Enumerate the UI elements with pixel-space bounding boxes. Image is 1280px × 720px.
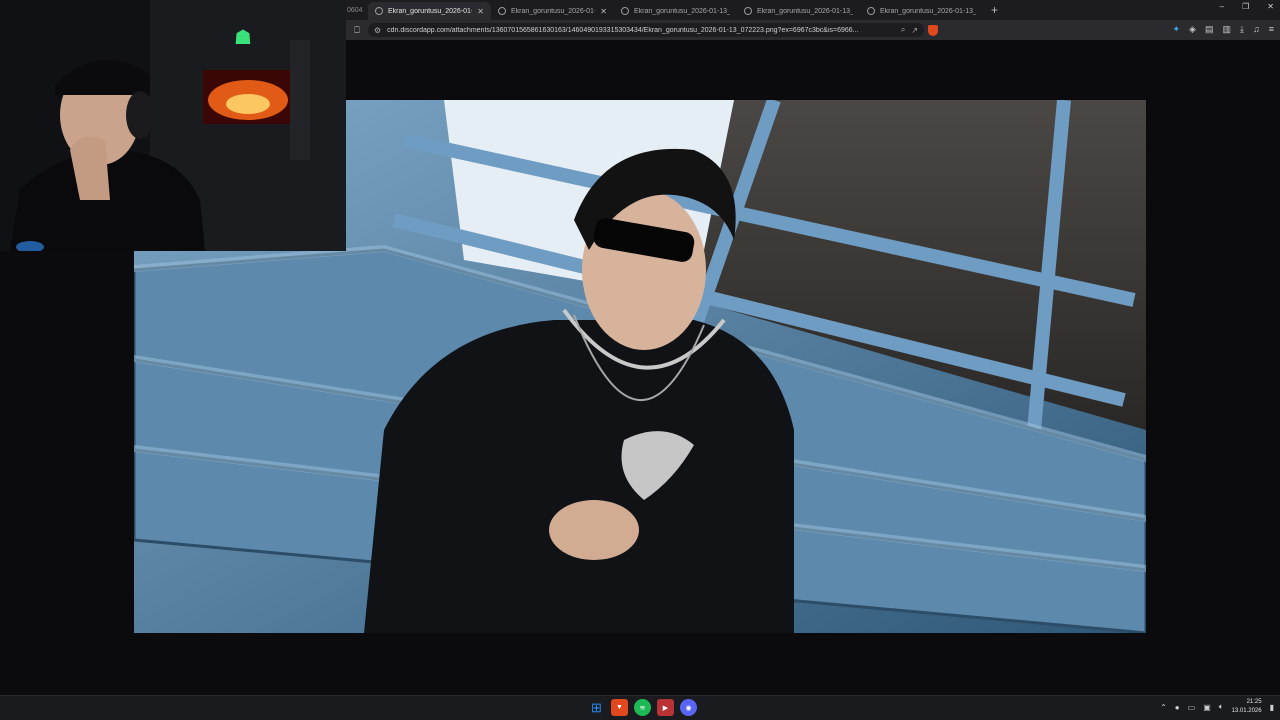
new-tab-button[interactable]: + <box>983 3 1006 17</box>
tab-close-icon[interactable]: ✕ <box>600 7 607 16</box>
address-bar[interactable]: ⚙ cdn.discordapp.com/attachments/1360701… <box>368 23 924 37</box>
webcam-overlay: ☗ <box>0 0 346 251</box>
tab-fragment[interactable]: 0604 <box>346 7 368 14</box>
brave-shield-icon[interactable] <box>928 24 938 36</box>
video-app-icon[interactable]: ▶ <box>657 699 674 716</box>
window-controls: – ❐ ✕ <box>1220 2 1274 11</box>
globe-icon <box>867 7 875 15</box>
network-icon[interactable]: ▭ <box>1188 703 1196 712</box>
close-button[interactable]: ✕ <box>1267 2 1274 11</box>
volume-icon[interactable]: 🔈︎ <box>1219 702 1224 712</box>
menu-icon[interactable]: ≡ <box>1269 24 1274 35</box>
wallet-icon[interactable]: ▤ <box>1205 24 1214 35</box>
browser-tab-4[interactable]: Ekran_goruntusu_2026-01-13_07270 <box>737 2 860 20</box>
browser-tab-2[interactable]: Ekran_goruntusu_2026-01-13_0 ✕ <box>491 2 614 20</box>
tab-close-icon[interactable]: ✕ <box>477 7 484 16</box>
discord-icon[interactable]: ◉ <box>680 699 697 716</box>
taskbar-apps: ⊞ ▼ ≋ ▶ ◉ <box>588 699 697 716</box>
clock-time: 21:25 <box>1246 699 1262 705</box>
browser-tab-1[interactable]: Ekran_goruntusu_2026-01-13_0 ✕ <box>368 2 491 20</box>
brave-icon[interactable]: ▼ <box>611 699 628 716</box>
svg-text:☗: ☗ <box>234 25 252 49</box>
extensions-puzzle-icon[interactable]: ◈ <box>1189 24 1196 35</box>
url-text[interactable]: cdn.discordapp.com/attachments/136070156… <box>387 27 895 34</box>
notification-icon[interactable]: ▮ <box>1270 703 1274 712</box>
browser-toolbar: ✦ ◈ ▤ ▥ ⤓ ♫ ≡ <box>1173 24 1275 35</box>
clock[interactable]: 21:25 13.01.2026 <box>1232 698 1262 716</box>
download-icon[interactable]: ⤓ <box>1240 24 1244 35</box>
display-icon[interactable]: ▣ <box>1203 703 1211 712</box>
zoom-icon[interactable]: ⌕ <box>901 25 905 35</box>
microphone-icon[interactable]: ● <box>1175 703 1180 712</box>
browser-tab-3[interactable]: Ekran_goruntusu_2026-01-13_07370 <box>614 2 737 20</box>
restore-button[interactable]: ❐ <box>1242 2 1249 11</box>
webcam-feed: ☗ <box>0 0 346 251</box>
system-tray: ⌃ ● ▭ ▣ 🔈︎ 21:25 13.01.2026 ▮ <box>1160 698 1274 716</box>
taskbar: ⊞ ▼ ≋ ▶ ◉ ⌃ ● ▭ ▣ 🔈︎ 21:25 13.01.2026 ▮ <box>0 695 1280 720</box>
media-icon[interactable]: ♫ <box>1253 24 1260 35</box>
globe-icon <box>621 7 629 15</box>
tab-title: Ekran_goruntusu_2026-01-13_07270 <box>757 7 853 15</box>
image-viewer: ☗ <box>0 0 1280 695</box>
clock-date: 13.01.2026 <box>1231 708 1262 714</box>
sidebar-icon[interactable]: ▥ <box>1222 24 1231 35</box>
address-bar-row: ⎕ ⚙ cdn.discordapp.com/attachments/13607… <box>346 20 1280 40</box>
bookmark-icon[interactable]: ⎕ <box>346 25 368 36</box>
tab-title: Ekran_goruntusu_2026-01-13_07291 <box>880 7 976 15</box>
globe-icon <box>375 7 383 15</box>
browser-tab-5[interactable]: Ekran_goruntusu_2026-01-13_07291 <box>860 2 983 20</box>
tab-title: Ekran_goruntusu_2026-01-13_0 <box>388 7 473 15</box>
spotify-icon[interactable]: ≋ <box>634 699 651 716</box>
tab-title: Ekran_goruntusu_2026-01-13_0 <box>511 7 596 15</box>
globe-icon <box>498 7 506 15</box>
globe-icon <box>744 7 752 15</box>
extension-icon[interactable]: ✦ <box>1173 24 1181 35</box>
chevron-up-icon[interactable]: ⌃ <box>1160 703 1167 712</box>
tab-title: Ekran_goruntusu_2026-01-13_07370 <box>634 7 730 15</box>
site-info-icon[interactable]: ⚙ <box>374 26 381 35</box>
minimize-button[interactable]: – <box>1220 2 1224 11</box>
browser-tab-strip: 0604 Ekran_goruntusu_2026-01-13_0 ✕ Ekra… <box>346 0 1280 20</box>
share-icon[interactable]: ↗ <box>911 26 918 35</box>
start-icon[interactable]: ⊞ <box>588 699 605 716</box>
